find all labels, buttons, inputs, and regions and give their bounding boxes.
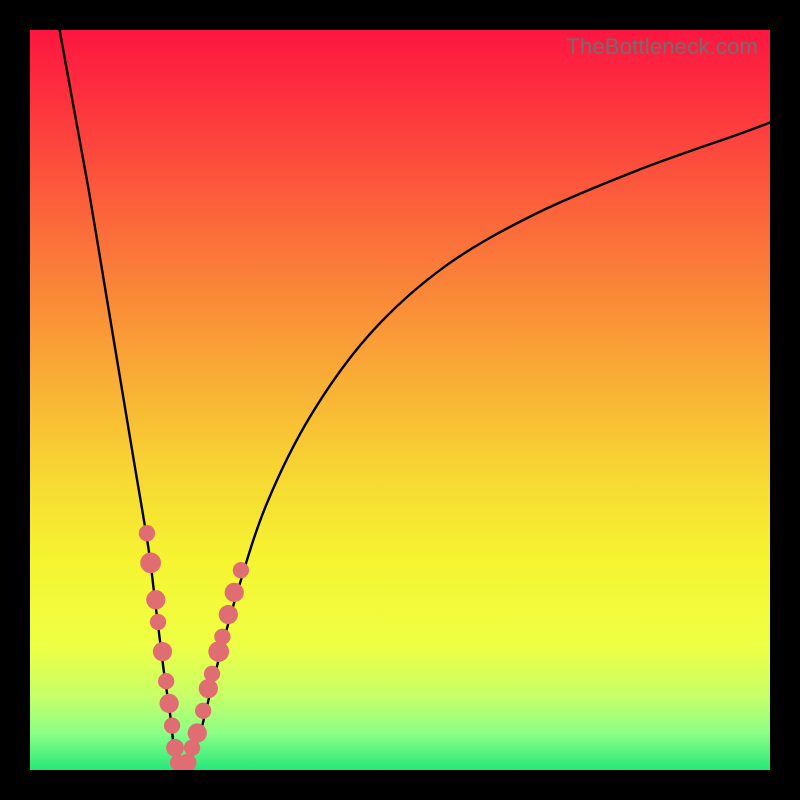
data-marker bbox=[199, 679, 218, 698]
plot-area: TheBottleneck.com bbox=[30, 30, 770, 770]
markers-group bbox=[139, 525, 249, 770]
data-marker bbox=[158, 673, 174, 689]
data-marker bbox=[188, 723, 207, 742]
data-marker bbox=[204, 666, 220, 682]
data-marker bbox=[140, 552, 161, 573]
watermark-text: TheBottleneck.com bbox=[566, 34, 758, 60]
data-marker bbox=[219, 605, 238, 624]
data-marker bbox=[139, 525, 155, 541]
data-marker bbox=[150, 614, 166, 630]
data-marker bbox=[214, 629, 230, 645]
data-marker bbox=[164, 717, 180, 733]
data-marker bbox=[146, 590, 165, 609]
data-marker bbox=[225, 583, 244, 602]
data-marker bbox=[233, 562, 249, 578]
data-marker bbox=[160, 694, 179, 713]
chart-svg bbox=[30, 30, 770, 770]
data-marker bbox=[195, 703, 211, 719]
data-marker bbox=[153, 642, 172, 661]
data-marker bbox=[166, 739, 184, 757]
outer-frame: TheBottleneck.com bbox=[0, 0, 800, 800]
data-marker bbox=[208, 641, 229, 662]
